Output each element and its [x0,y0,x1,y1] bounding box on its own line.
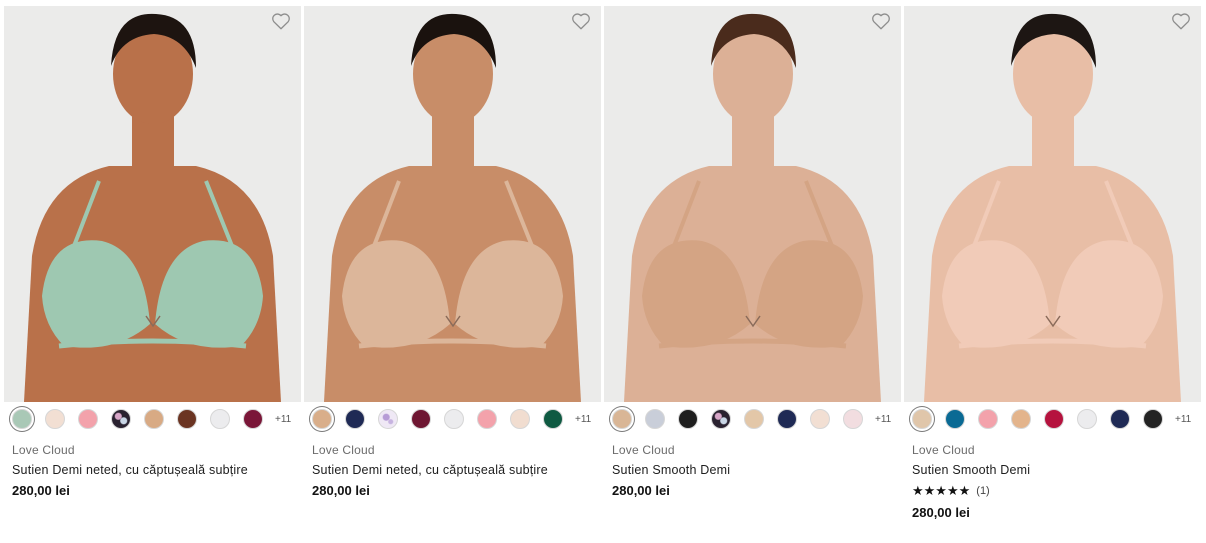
product-image[interactable] [904,6,1201,402]
product-brand: Love Cloud [312,443,375,457]
color-swatch[interactable] [1110,409,1130,429]
product-brand: Love Cloud [912,443,975,457]
color-swatch[interactable] [12,409,32,429]
product-name[interactable]: Sutien Smooth Demi [612,463,901,477]
color-swatch[interactable] [978,409,998,429]
color-swatch[interactable] [645,409,665,429]
product-card[interactable]: +11 Love Cloud Sutien Demi neted, cu căp… [304,6,601,498]
model-photo [904,6,1201,402]
color-swatch[interactable] [78,409,98,429]
review-count: (1) [976,485,990,497]
color-swatch[interactable] [711,409,731,429]
model-photo [604,6,901,402]
color-swatch[interactable] [843,409,863,429]
product-price: 280,00 lei [612,483,670,498]
product-image[interactable] [4,6,301,402]
color-swatches: +11 [304,405,601,433]
more-colors-link[interactable]: +11 [875,414,891,425]
product-brand: Love Cloud [12,443,75,457]
color-swatch[interactable] [912,409,932,429]
more-colors-link[interactable]: +11 [275,414,291,425]
color-swatch[interactable] [678,409,698,429]
color-swatch[interactable] [177,409,197,429]
color-swatch[interactable] [243,409,263,429]
product-card[interactable]: +11 Love Cloud Sutien Demi neted, cu căp… [4,6,301,498]
color-swatch[interactable] [111,409,131,429]
wishlist-heart-icon[interactable] [571,12,591,30]
more-colors-link[interactable]: +11 [575,414,591,425]
product-price: 280,00 lei [12,483,70,498]
color-swatches: +11 [904,405,1201,433]
color-swatch[interactable] [411,409,431,429]
color-swatch[interactable] [543,409,563,429]
color-swatch[interactable] [777,409,797,429]
color-swatch[interactable] [1143,409,1163,429]
product-image[interactable] [304,6,601,402]
color-swatch[interactable] [510,409,530,429]
color-swatch[interactable] [810,409,830,429]
model-photo [304,6,601,402]
product-brand: Love Cloud [612,443,675,457]
wishlist-heart-icon[interactable] [1171,12,1191,30]
color-swatches: +11 [4,405,301,433]
color-swatch[interactable] [378,409,398,429]
color-swatch[interactable] [210,409,230,429]
product-grid: +11 Love Cloud Sutien Demi neted, cu căp… [0,0,1206,543]
product-name[interactable]: Sutien Demi neted, cu căptușeală subțire [12,463,301,477]
color-swatch[interactable] [1077,409,1097,429]
product-price: 280,00 lei [312,483,370,498]
wishlist-heart-icon[interactable] [871,12,891,30]
color-swatch[interactable] [945,409,965,429]
color-swatch[interactable] [45,409,65,429]
product-rating[interactable]: ★★★★★ (1) [912,483,1201,499]
color-swatch[interactable] [345,409,365,429]
color-swatch[interactable] [444,409,464,429]
product-image[interactable] [604,6,901,402]
more-colors-link[interactable]: +11 [1175,414,1191,425]
color-swatch[interactable] [1044,409,1064,429]
color-swatch[interactable] [1011,409,1031,429]
product-name[interactable]: Sutien Smooth Demi [912,463,1201,477]
color-swatch[interactable] [144,409,164,429]
model-photo [4,6,301,402]
product-name[interactable]: Sutien Demi neted, cu căptușeală subțire [312,463,601,477]
color-swatch[interactable] [477,409,497,429]
product-price: 280,00 lei [912,505,970,520]
rating-stars: ★★★★★ [912,483,971,498]
color-swatch[interactable] [744,409,764,429]
product-card[interactable]: +11 Love Cloud Sutien Smooth Demi 280,00… [604,6,901,498]
color-swatches: +11 [604,405,901,433]
color-swatch[interactable] [312,409,332,429]
wishlist-heart-icon[interactable] [271,12,291,30]
product-card[interactable]: +11 Love Cloud Sutien Smooth Demi ★★★★★ … [904,6,1201,520]
color-swatch[interactable] [612,409,632,429]
